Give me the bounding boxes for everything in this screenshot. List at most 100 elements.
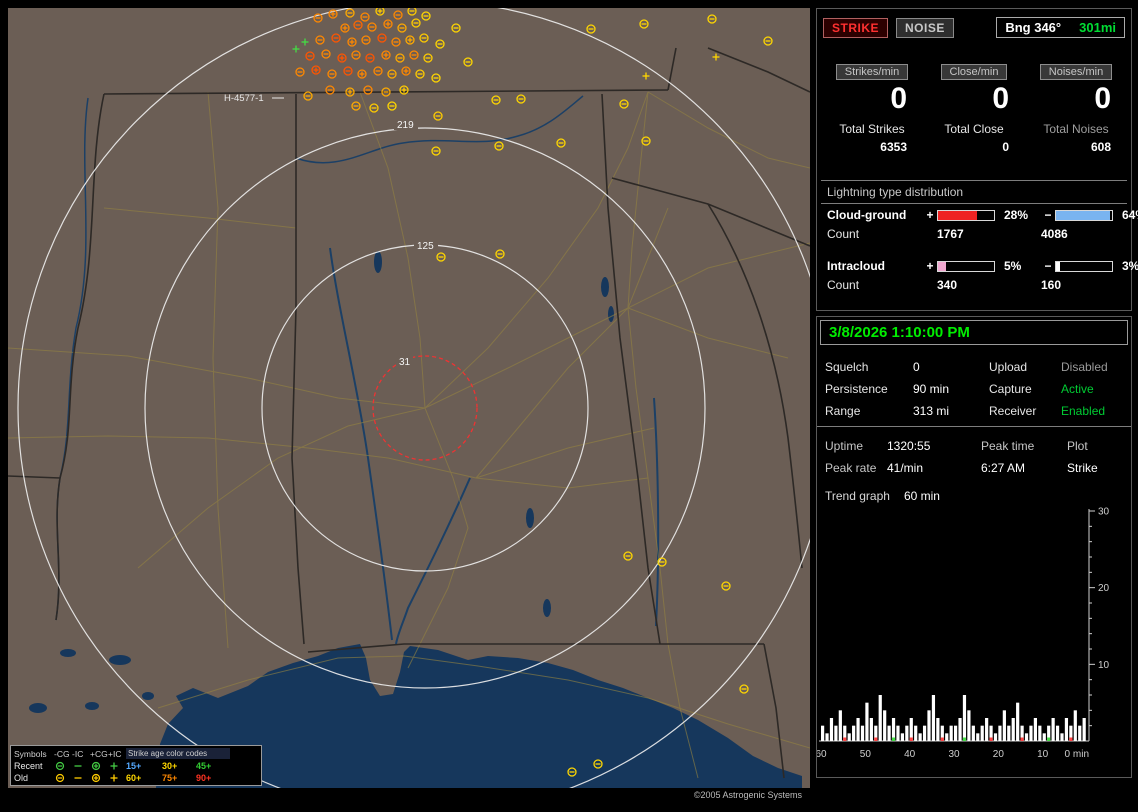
plus-sign: + [923, 259, 937, 273]
legend-age-60: 60+ [126, 773, 162, 783]
ic-positive-bar [937, 261, 995, 272]
cg-negative-count: 4086 [1041, 227, 1138, 241]
legend-old-label: Old [14, 773, 54, 783]
ring-label-31: 31 [399, 357, 411, 368]
total-noises-value: 608 [1025, 140, 1127, 154]
ic-positive-count: 340 [937, 278, 1041, 292]
noise-alarm-button[interactable]: NOISE [896, 18, 954, 38]
legend-col-pcg: +CG [90, 749, 108, 759]
ic-positive-pct: 5% [999, 259, 1041, 273]
cg-negative-bar [1055, 210, 1113, 221]
persistence-value: 90 min [913, 382, 989, 396]
plot-label: Plot [1067, 439, 1129, 453]
map-legend: Symbols -CG -IC +CG +IC Strike age color… [10, 745, 262, 786]
receiver-label: Receiver [989, 404, 1061, 418]
uptime-label: Uptime [825, 439, 887, 453]
svg-text:20: 20 [1098, 583, 1110, 594]
map-annotation: H-4577-1 [224, 93, 284, 104]
counters-section: STRIKE NOISE Bng 346° 301mi Strikes/min … [816, 8, 1132, 311]
pos-cg-icon [90, 773, 108, 783]
trend-window-value: 60 min [904, 489, 940, 503]
control-panel: STRIKE NOISE Bng 346° 301mi Strikes/min … [816, 8, 1132, 806]
svg-text:50: 50 [860, 749, 872, 760]
cloud-ground-count-row: Count 1767 4086 [821, 224, 1127, 247]
legend-age-15: 15+ [126, 761, 162, 771]
legend-age-30: 30+ [162, 761, 196, 771]
uptime-value: 1320:55 [887, 439, 981, 453]
legend-col-pic: +IC [108, 749, 126, 759]
svg-text:0 min: 0 min [1065, 749, 1089, 760]
legend-recent-label: Recent [14, 761, 54, 771]
total-strikes-label: Total Strikes [821, 122, 923, 136]
status-grid: Squelch 0 Upload Disabled Persistence 90… [817, 348, 1131, 426]
distribution-title: Lightning type distribution [821, 181, 1127, 203]
pos-ic-icon [108, 761, 126, 771]
peak-time-label: Peak time [981, 439, 1067, 453]
peak-time-value: 6:27 AM [981, 461, 1067, 475]
ic-negative-count: 160 [1041, 278, 1138, 292]
svg-text:60: 60 [817, 749, 827, 760]
trend-graph-label: Trend graph [825, 489, 890, 503]
capture-status: Active [1061, 382, 1133, 396]
stats-grid: Uptime 1320:55 Peak time Plot Peak rate … [817, 427, 1131, 479]
intracloud-count-row: Count 340 160 [821, 275, 1127, 298]
legend-age-90: 90+ [196, 773, 230, 783]
cloud-ground-row: Cloud-ground + 28% − 64% [821, 204, 1127, 224]
datetime-display: 3/8/2026 1:10:00 PM [820, 320, 1128, 345]
upload-label: Upload [989, 360, 1061, 374]
total-close-value: 0 [923, 140, 1025, 154]
alarm-bar: STRIKE NOISE Bng 346° 301mi [821, 17, 1127, 38]
persistence-label: Persistence [825, 382, 913, 396]
plot-value: Strike [1067, 461, 1129, 475]
cg-positive-bar [937, 210, 995, 221]
intracloud-row: Intracloud + 5% − 3% [821, 255, 1127, 275]
legend-age-45: 45+ [196, 761, 230, 771]
strikes-per-min-value: 0 [821, 82, 923, 116]
trend-graph: 1020306050403020100 min [817, 505, 1129, 773]
neg-cg-icon [54, 761, 72, 771]
peak-rate-label: Peak rate [825, 461, 887, 475]
ic-negative-pct: 3% [1117, 259, 1138, 273]
squelch-label: Squelch [825, 360, 913, 374]
neg-ic-icon [72, 761, 90, 771]
rivers-lakes [56, 96, 658, 644]
cg-negative-pct: 64% [1117, 208, 1138, 222]
cloud-ground-label: Cloud-ground [827, 208, 923, 222]
upload-status: Disabled [1061, 360, 1133, 374]
ring-label-125: 125 [417, 241, 434, 252]
pos-cg-icon [90, 761, 108, 771]
noises-per-min-label: Noises/min [1040, 64, 1112, 80]
status-section: 3/8/2026 1:10:00 PM Squelch 0 Upload Dis… [816, 316, 1132, 778]
map-canvas: 219 125 31 H-4577-1 [8, 8, 810, 788]
plus-sign: + [923, 208, 937, 222]
svg-text:30: 30 [1098, 507, 1110, 518]
cg-positive-pct: 28% [999, 208, 1041, 222]
total-noises-label: Total Noises [1025, 122, 1127, 136]
ring-label-219: 219 [397, 120, 414, 131]
noises-per-min-value: 0 [1025, 82, 1127, 116]
minus-sign: − [1041, 259, 1055, 273]
strikes-per-min-column: Strikes/min 0 Total Strikes 6353 [821, 62, 923, 154]
rate-counters: Strikes/min 0 Total Strikes 6353 Close/m… [821, 62, 1127, 154]
squelch-value: 0 [913, 360, 989, 374]
svg-text:10: 10 [1037, 749, 1049, 760]
ic-negative-bar [1055, 261, 1113, 272]
noises-per-min-column: Noises/min 0 Total Noises 608 [1025, 62, 1127, 154]
cg-positive-count: 1767 [937, 227, 1041, 241]
copyright-text: ©2005 Astrogenic Systems [694, 790, 802, 800]
lightning-map[interactable]: 219 125 31 H-4577-1 Symbols -CG -IC +CG … [8, 8, 810, 802]
legend-col-nic: -IC [72, 749, 90, 759]
intracloud-label: Intracloud [827, 259, 923, 273]
legend-age-75: 75+ [162, 773, 196, 783]
map-status-bar: ©2005 Astrogenic Systems [8, 788, 810, 802]
legend-col-ncg: -CG [54, 749, 72, 759]
bearing-distance: 301mi [1079, 20, 1116, 35]
capture-label: Capture [989, 382, 1061, 396]
pos-ic-icon [108, 773, 126, 783]
close-per-min-value: 0 [923, 82, 1025, 116]
strikes-per-min-label: Strikes/min [836, 64, 908, 80]
total-close-label: Total Close [923, 122, 1025, 136]
strike-alarm-button[interactable]: STRIKE [823, 18, 888, 38]
neg-cg-icon [54, 773, 72, 783]
close-per-min-column: Close/min 0 Total Close 0 [923, 62, 1025, 154]
